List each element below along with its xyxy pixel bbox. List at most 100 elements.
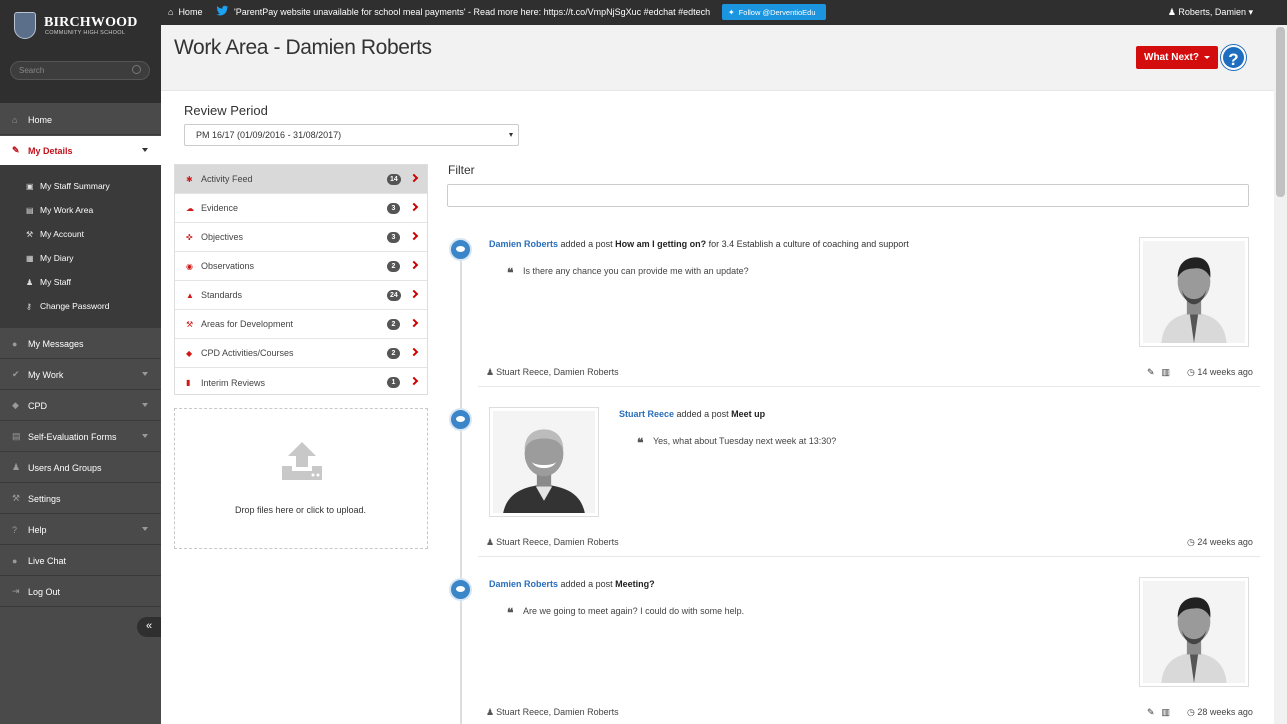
category-standards[interactable]: ▲ Standards 24 xyxy=(175,281,427,310)
sidebar-subitem-my-account[interactable]: ⚒ My Account xyxy=(26,229,84,239)
user-name: Roberts, Damien xyxy=(1178,7,1246,17)
category-label: Standards xyxy=(201,290,243,300)
category-interim-reviews[interactable]: ▮ Interim Reviews 1 xyxy=(175,368,427,397)
category-cpd-activities[interactable]: ◆ CPD Activities/Courses 2 xyxy=(175,339,427,368)
users-icon: ♟ xyxy=(12,462,21,472)
sidebar-item-home[interactable]: ⌂ Home xyxy=(0,105,161,135)
sidebar-item-self-evaluation-forms[interactable]: ▤ Self-Evaluation Forms xyxy=(0,422,161,452)
post-time: ◷ 14 weeks ago xyxy=(1187,367,1253,378)
post-participants: ♟ Stuart Reece, Damien Roberts xyxy=(486,367,619,378)
review-period-select[interactable]: PM 16/17 (01/09/2016 - 31/08/2017) xyxy=(184,124,519,146)
participants-text: Stuart Reece, Damien Roberts xyxy=(496,707,619,717)
edit-icon[interactable]: ✎ xyxy=(1147,367,1155,377)
chevron-down-icon xyxy=(142,403,148,407)
post-divider xyxy=(478,556,1260,557)
sidebar-item-cpd[interactable]: ◆ CPD xyxy=(0,391,161,421)
sidebar-item-my-details[interactable]: ✎ My Details xyxy=(0,136,161,166)
category-areas-for-development[interactable]: ⚒ Areas for Development 2 xyxy=(175,310,427,339)
time-text: 28 weeks ago xyxy=(1197,707,1253,717)
calendar-icon: ▦ xyxy=(26,254,34,263)
users-icon: ♟ xyxy=(26,278,34,287)
post-header: Damien Roberts added a post Meeting? xyxy=(489,579,655,589)
sidebar-subitem-my-diary[interactable]: ▦ My Diary xyxy=(26,253,74,263)
sidebar-item-log-out[interactable]: ⇥ Log Out xyxy=(0,577,161,607)
sidebar-item-label: Home xyxy=(28,114,53,125)
post-action: added a post xyxy=(560,579,613,589)
sidebar-collapse-button[interactable]: « xyxy=(137,617,161,637)
chevron-right-icon xyxy=(409,376,419,386)
trash-icon[interactable]: ▥ xyxy=(1162,367,1171,377)
edit-icon[interactable]: ✎ xyxy=(1147,707,1155,717)
what-next-button[interactable]: What Next? xyxy=(1136,46,1218,69)
category-label: Evidence xyxy=(201,203,239,213)
scrollbar-thumb[interactable] xyxy=(1276,27,1285,197)
sidebar-subitem-my-staff[interactable]: ♟ My Staff xyxy=(26,277,71,287)
author-link[interactable]: Stuart Reece xyxy=(619,409,674,419)
category-evidence[interactable]: ☁ Evidence 3 xyxy=(175,194,427,223)
file-dropzone[interactable]: Drop files here or click to upload. xyxy=(174,408,428,549)
help-button[interactable]: ? xyxy=(1221,45,1246,70)
dropzone-text: Drop files here or click to upload. xyxy=(234,505,367,515)
post-suffix: for 3.4 Establish a culture of coaching … xyxy=(708,239,909,249)
clock-icon: ◷ xyxy=(1187,707,1198,717)
chevron-down-icon xyxy=(142,527,148,531)
category-objectives[interactable]: ✜ Objectives 3 xyxy=(175,223,427,252)
subitem-label: My Work Area xyxy=(40,205,94,215)
category-list: ✱ Activity Feed 14 ☁ Evidence 3 ✜ Objective… xyxy=(174,164,428,395)
sidebar-subitem-my-work-area[interactable]: ▤ My Work Area xyxy=(26,205,93,215)
sidebar-item-live-chat[interactable]: ● Live Chat xyxy=(0,546,161,576)
post-title-link[interactable]: How am I getting on? xyxy=(615,239,706,249)
chevron-down-icon xyxy=(142,434,148,438)
top-home-link[interactable]: ⌂ Home xyxy=(168,7,202,17)
chevron-right-icon xyxy=(409,347,419,357)
sidebar-item-my-work[interactable]: ✔ My Work xyxy=(0,360,161,390)
sidebar-subitem-my-staff-summary[interactable]: ▣ My Staff Summary xyxy=(26,181,110,191)
select-arrow-icon xyxy=(509,133,513,137)
sidebar-item-label: Settings xyxy=(28,493,61,504)
category-observations[interactable]: ◉ Observations 2 xyxy=(175,252,427,281)
sidebar-search-input[interactable]: Search xyxy=(10,61,150,80)
sidebar-item-settings[interactable]: ⚒ Settings xyxy=(0,484,161,514)
post-title-link[interactable]: Meet up xyxy=(731,409,765,419)
sidebar-item-my-messages[interactable]: ● My Messages xyxy=(0,329,161,359)
user-menu[interactable]: ♟ Roberts, Damien ▾ xyxy=(1168,7,1253,18)
gavel-icon: ⚒ xyxy=(186,319,194,329)
post-participants: ♟ Stuart Reece, Damien Roberts xyxy=(486,537,619,548)
category-activity-feed[interactable]: ✱ Activity Feed 14 xyxy=(175,165,427,194)
filter-input[interactable] xyxy=(447,184,1249,207)
sidebar-item-users-and-groups[interactable]: ♟ Users And Groups xyxy=(0,453,161,483)
subitem-label: My Staff xyxy=(40,277,72,287)
school-logo[interactable]: BIRCHWOOD COMMUNITY HIGH SCHOOL xyxy=(0,0,161,50)
author-link[interactable]: Damien Roberts xyxy=(489,579,558,589)
review-period-value: PM 16/17 (01/09/2016 - 31/08/2017) xyxy=(196,130,342,140)
comment-icon xyxy=(449,578,472,601)
chat-icon: ● xyxy=(12,555,18,566)
chevron-down-icon xyxy=(142,372,148,376)
twitter-bird-icon: ✦ xyxy=(728,7,735,17)
sidebar-item-label: Log Out xyxy=(28,586,61,597)
crest-icon xyxy=(14,12,36,39)
tweet-ticker[interactable]: 'ParentPay website unavailable for schoo… xyxy=(234,7,710,17)
author-link[interactable]: Damien Roberts xyxy=(489,239,558,249)
twitter-follow-button[interactable]: ✦ Follow @DerventioEdu xyxy=(722,4,826,20)
clock-icon: ◷ xyxy=(1187,537,1198,547)
post-title-link[interactable]: Meeting? xyxy=(615,579,655,589)
quote-text: Yes, what about Tuesday next week at 13:… xyxy=(653,436,837,446)
post-quote: ❝ Are we going to meet again? I could do … xyxy=(507,606,744,621)
caret-down-icon xyxy=(1204,56,1210,59)
chat-icon: ● xyxy=(12,338,18,349)
post-participants: ♟ Stuart Reece, Damien Roberts xyxy=(486,707,619,718)
trash-icon[interactable]: ▥ xyxy=(1162,707,1171,717)
key-icon: ⚷ xyxy=(26,302,32,311)
double-chevron-left-icon: « xyxy=(145,620,153,632)
page-scrollbar[interactable] xyxy=(1274,25,1287,724)
category-label: Activity Feed xyxy=(201,174,253,184)
category-label: Observations xyxy=(201,261,255,271)
sidebar-item-label: CPD xyxy=(28,400,48,411)
sidebar-item-help[interactable]: ? Help xyxy=(0,515,161,545)
sidebar-subitem-change-password[interactable]: ⚷ Change Password xyxy=(26,301,109,311)
count-badge: 2 xyxy=(387,261,400,272)
subitem-label: My Staff Summary xyxy=(40,181,110,191)
asterisk-icon: ✱ xyxy=(186,174,193,184)
subitem-label: Change Password xyxy=(40,301,110,311)
